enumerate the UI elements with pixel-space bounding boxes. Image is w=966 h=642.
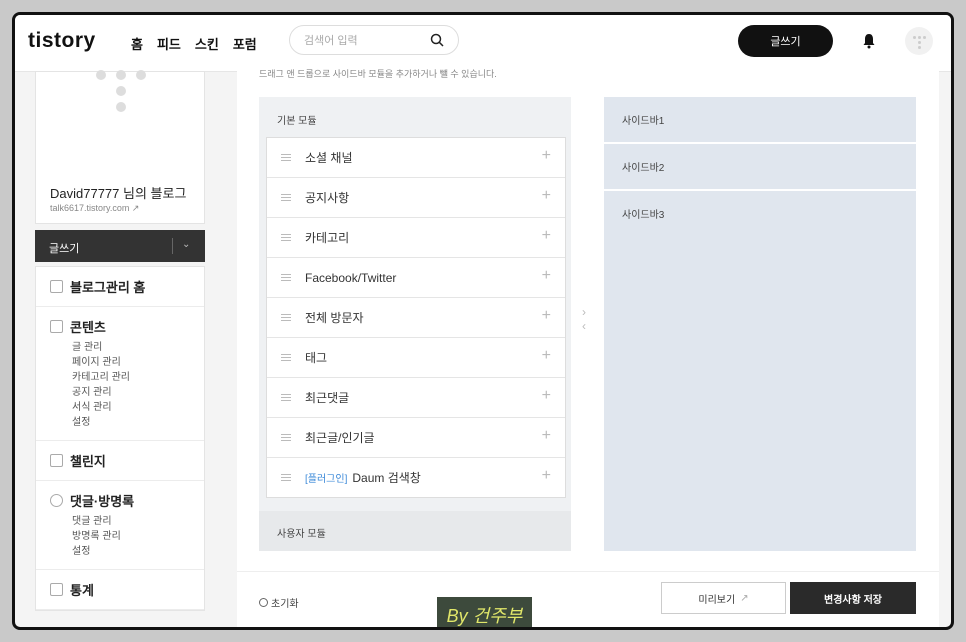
menu-item-templates[interactable]: 서식 관리: [72, 401, 190, 415]
module-palette: 기본 모듈 소셜 채널 + 공지사항 + 카테고리 + Facebook/Twitte…: [259, 97, 571, 551]
module-item[interactable]: 공지사항 +: [267, 178, 565, 218]
external-link-icon: ↗: [740, 592, 749, 604]
basic-modules-title: 기본 모듈: [277, 116, 317, 127]
menu-item-pages[interactable]: 페이지 관리: [72, 356, 190, 370]
reset-button[interactable]: 초기화: [259, 595, 299, 610]
module-item[interactable]: 태그 +: [267, 338, 565, 378]
document-icon: [50, 320, 63, 333]
plus-icon[interactable]: +: [542, 307, 551, 325]
sidebar-slot-1[interactable]: 사이드바1: [604, 97, 916, 144]
user-modules-section[interactable]: 사용자 모듈: [259, 511, 571, 551]
drag-handle-icon[interactable]: [281, 274, 291, 281]
nav-home[interactable]: 홈: [131, 34, 143, 53]
watermark: By 건주부: [437, 597, 532, 627]
blog-logo-icon: [96, 70, 146, 122]
plugin-tag: [플러그인]: [305, 474, 348, 485]
blog-profile: David77777 님의 블로그 talk6617.tistory.com ↗: [35, 70, 205, 224]
menu-item-categories[interactable]: 카테고리 관리: [72, 371, 190, 385]
module-item[interactable]: 최근댓글 +: [267, 378, 565, 418]
drag-handle-icon[interactable]: [281, 434, 291, 441]
chevron-down-icon[interactable]: ⌄: [182, 239, 190, 250]
save-button[interactable]: 변경사항 저장: [790, 582, 916, 614]
sidebar-write-button[interactable]: 글쓰기 ⌄: [35, 230, 205, 262]
sidebar-slot-2[interactable]: 사이드바2: [604, 144, 916, 191]
bar-chart-icon: [50, 583, 63, 596]
flag-icon: [50, 454, 63, 467]
drag-handle-icon[interactable]: [281, 154, 291, 161]
drag-handle-icon[interactable]: [281, 354, 291, 361]
module-item[interactable]: Facebook/Twitter +: [267, 258, 565, 298]
menu-title-comments[interactable]: 댓글·방명록: [50, 491, 190, 510]
menu-item-content-settings[interactable]: 설정: [72, 416, 190, 430]
menu-title-home[interactable]: 블로그관리 홈: [50, 277, 190, 296]
plus-icon[interactable]: +: [542, 147, 551, 165]
drag-hint: 드래그 앤 드롭으로 사이드바 모듈을 추가하거나 뺄 수 있습니다.: [259, 69, 497, 79]
plus-icon[interactable]: +: [542, 347, 551, 365]
blog-name[interactable]: David77777 님의 블로그: [50, 183, 186, 202]
drag-handle-icon[interactable]: [281, 394, 291, 401]
module-item[interactable]: 소셜 채널 +: [267, 138, 565, 178]
plus-icon[interactable]: +: [542, 187, 551, 205]
sidebar-slots: 사이드바1 사이드바2 사이드바3: [604, 97, 916, 551]
tistory-logo[interactable]: tistory: [28, 29, 96, 53]
sidebar-write-label: 글쓰기: [49, 243, 80, 255]
menu-title-challenge[interactable]: 챌린지: [50, 451, 190, 470]
preview-button[interactable]: 미리보기 ↗: [661, 582, 786, 614]
move-arrows-icon: › ‹: [582, 305, 586, 333]
nav-feed[interactable]: 피드: [157, 34, 181, 53]
menu-item-comments[interactable]: 댓글 관리: [72, 515, 190, 529]
menu-section-comments: 댓글·방명록 댓글 관리 방명록 관리 설정: [36, 481, 204, 570]
module-list: 소셜 채널 + 공지사항 + 카테고리 + Facebook/Twitter + 전체 …: [266, 137, 566, 498]
top-header: tistory 홈 피드 스킨 포럼 검색어 입력 글쓰기: [15, 15, 951, 72]
editor-footer: 초기화 미리보기 ↗ 변경사항 저장: [237, 571, 939, 627]
menu-item-guestbook[interactable]: 방명록 관리: [72, 530, 190, 544]
drag-handle-icon[interactable]: [281, 234, 291, 241]
speech-bubble-icon: [50, 494, 63, 507]
module-item[interactable]: 전체 방문자 +: [267, 298, 565, 338]
sidebar-editor: 드래그 앤 드롭으로 사이드바 모듈을 추가하거나 뺄 수 있습니다. 기본 모…: [237, 69, 939, 627]
menu-section-challenge: 챌린지: [36, 441, 204, 481]
menu-item-notices[interactable]: 공지 관리: [72, 386, 190, 400]
bell-icon[interactable]: [861, 33, 877, 49]
plus-icon[interactable]: +: [542, 267, 551, 285]
module-item[interactable]: [플러그인] Daum 검색창 +: [267, 458, 565, 497]
search-placeholder: 검색어 입력: [304, 35, 358, 47]
plus-icon[interactable]: +: [542, 387, 551, 405]
search-icon[interactable]: [430, 33, 444, 47]
drag-handle-icon[interactable]: [281, 314, 291, 321]
search-input[interactable]: 검색어 입력: [289, 25, 459, 55]
module-item[interactable]: 최근글/인기글 +: [267, 418, 565, 458]
admin-menu: 블로그관리 홈 콘텐츠 글 관리 페이지 관리 카테고리 관리 공지 관리 서식…: [35, 266, 205, 611]
menu-section-contents: 콘텐츠 글 관리 페이지 관리 카테고리 관리 공지 관리 서식 관리 설정: [36, 307, 204, 441]
sidebar-slot-3[interactable]: 사이드바3: [604, 191, 916, 551]
external-link-icon: ↗: [131, 203, 140, 213]
app-window: tistory 홈 피드 스킨 포럼 검색어 입력 글쓰기 David77777…: [12, 12, 954, 630]
drag-handle-icon[interactable]: [281, 474, 291, 481]
module-item[interactable]: 카테고리 +: [267, 218, 565, 258]
menu-section-stats: 통계: [36, 570, 204, 610]
admin-sidebar: David77777 님의 블로그 talk6617.tistory.com ↗…: [35, 70, 205, 611]
avatar[interactable]: [905, 27, 933, 55]
nav-forum[interactable]: 포럼: [233, 34, 257, 53]
plus-icon[interactable]: +: [542, 467, 551, 485]
home-icon: [50, 280, 63, 293]
menu-section-home: 블로그관리 홈: [36, 267, 204, 307]
menu-item-comment-settings[interactable]: 설정: [72, 545, 190, 559]
menu-item-posts[interactable]: 글 관리: [72, 341, 190, 355]
plus-icon[interactable]: +: [542, 427, 551, 445]
user-modules-title: 사용자 모듈: [277, 529, 326, 540]
blog-url[interactable]: talk6617.tistory.com ↗: [50, 203, 139, 214]
main-nav: 홈 피드 스킨 포럼: [131, 34, 257, 53]
write-button[interactable]: 글쓰기: [738, 25, 833, 57]
plus-icon[interactable]: +: [542, 227, 551, 245]
menu-title-stats[interactable]: 통계: [50, 580, 190, 599]
drag-handle-icon[interactable]: [281, 194, 291, 201]
nav-skin[interactable]: 스킨: [195, 34, 219, 53]
menu-title-contents[interactable]: 콘텐츠: [50, 317, 190, 336]
refresh-icon: [259, 598, 268, 607]
